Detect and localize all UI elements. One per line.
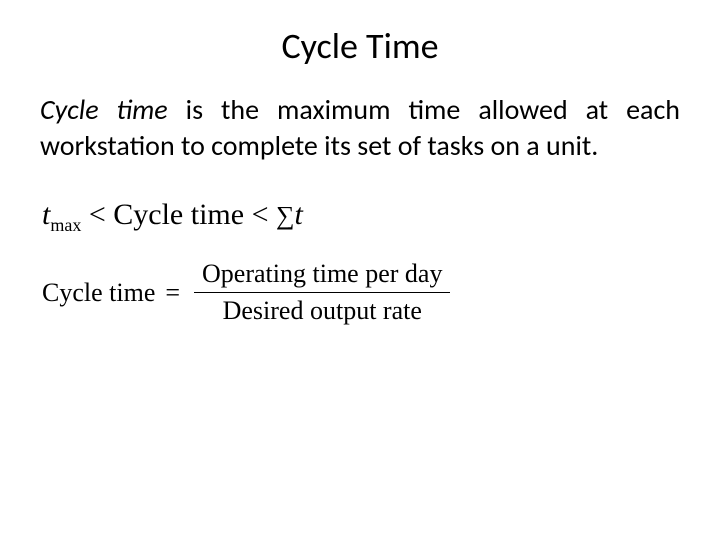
definition-term: Cycle time: [40, 92, 168, 127]
fraction-numerator: Operating time per day: [194, 258, 450, 293]
formula-block: Cycle time = Operating time per day Desi…: [42, 258, 680, 328]
formula-lhs: Cycle time: [42, 278, 155, 308]
slide: Cycle Time Cycle time is the maximum tim…: [0, 0, 720, 540]
inequality-line: tmax < Cycle time < ∑t: [42, 198, 680, 236]
less-than-1: <: [81, 198, 113, 231]
fraction: Operating time per day Desired output ra…: [194, 258, 450, 328]
var-t-subscript: max: [50, 215, 81, 235]
sum-symbol: ∑: [276, 201, 295, 230]
slide-title: Cycle Time: [40, 24, 680, 68]
fraction-denominator: Desired output rate: [215, 293, 430, 328]
equals-sign: =: [165, 278, 180, 308]
less-than-2: <: [244, 198, 276, 231]
definition-paragraph: Cycle time is the maximum time allowed a…: [40, 92, 680, 164]
var-t2: t: [295, 198, 303, 231]
cycle-time-formula: Cycle time = Operating time per day Desi…: [42, 258, 450, 328]
cycle-time-text: Cycle time: [113, 198, 244, 231]
